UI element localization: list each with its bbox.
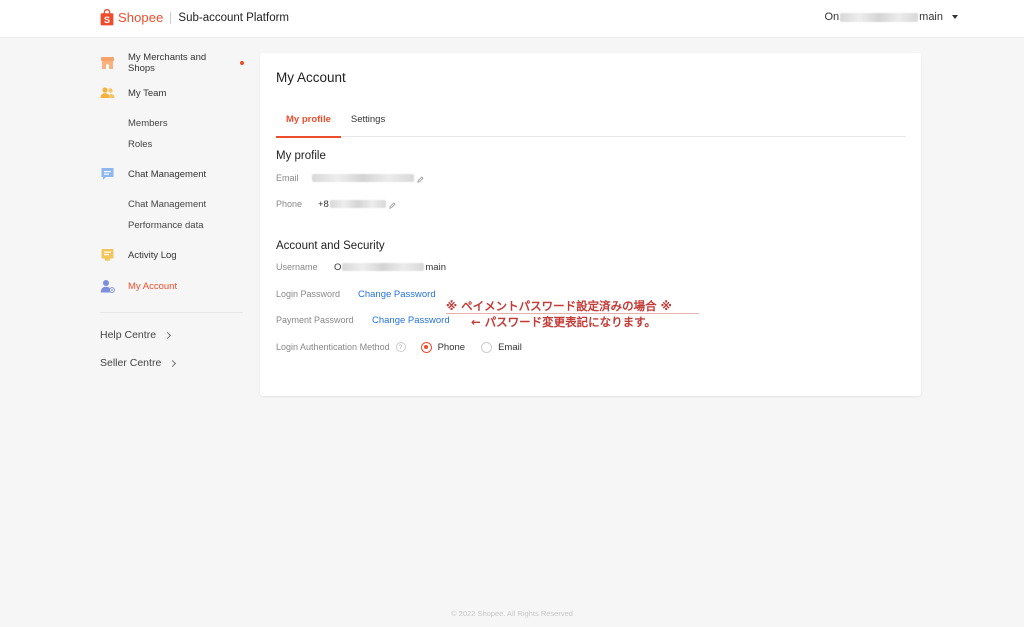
account-icon (100, 279, 115, 293)
payment-password-row: Payment Password Change Password (276, 314, 450, 326)
edit-email-icon[interactable] (417, 175, 424, 183)
shop-icon (100, 56, 115, 70)
tab-my-profile[interactable]: My profile (276, 110, 341, 138)
notification-dot (240, 61, 244, 65)
sidebar-item-my-account[interactable]: My Account (100, 275, 244, 297)
help-centre-label: Help Centre (100, 329, 157, 341)
svg-text:S: S (104, 15, 110, 25)
email-value-redacted (312, 174, 414, 182)
phone-row: Phone +8 (276, 198, 396, 210)
sidebar-item-merchants[interactable]: My Merchants and Shops (100, 52, 244, 74)
chevron-right-icon (169, 359, 177, 367)
username-value-redacted (342, 263, 425, 271)
edit-phone-icon[interactable] (389, 201, 396, 209)
user-menu[interactable]: On main (824, 11, 958, 23)
annotation-line-2: ← パスワード変更表記になります。 (471, 315, 656, 329)
change-payment-password-link[interactable]: Change Password (372, 315, 450, 326)
sidebar-item-label: My Merchants and Shops (128, 52, 207, 74)
seller-centre-link[interactable]: Seller Centre (100, 352, 244, 374)
platform-title: Sub-account Platform (178, 11, 290, 24)
annotation-line-1: ※ ペイメントパスワード設定済みの場合 ※ (446, 299, 672, 313)
sidebar-subitem-performance-data[interactable]: Performance data (100, 215, 244, 236)
phone-label: Phone (276, 199, 303, 209)
phone-prefix: +8 (318, 198, 329, 210)
account-card: My Account My profile Settings My profil… (260, 53, 921, 396)
sidebar-item-label: My Account (128, 280, 178, 292)
sidebar-item-my-team[interactable]: My Team (100, 82, 244, 104)
auth-method-label: Login Authentication Method (276, 342, 390, 352)
login-password-row: Login Password Change Password (276, 288, 436, 300)
team-icon (100, 86, 115, 100)
payment-password-label: Payment Password (276, 315, 354, 325)
header-divider (170, 11, 172, 24)
sidebar-item-label: Chat Management (128, 168, 207, 180)
username-prefix: O (334, 261, 342, 273)
auth-method-row: Login Authentication Method ? Phone Emai… (276, 341, 522, 353)
shopee-logo[interactable]: S Shopee Sub-account Platform (100, 8, 290, 26)
help-centre-link[interactable]: Help Centre (100, 324, 244, 346)
profile-section-title: My profile (276, 150, 326, 162)
sidebar-item-label: Activity Log (128, 249, 177, 261)
chat-icon (100, 167, 115, 181)
phone-value-redacted (329, 200, 386, 208)
username-suffix: main (425, 261, 446, 273)
change-login-password-link[interactable]: Change Password (358, 289, 436, 300)
user-name-redacted (840, 12, 919, 22)
username-row: Username O main (276, 261, 446, 273)
radio-selected-icon (420, 341, 432, 353)
page-title: My Account (276, 70, 346, 85)
email-label: Email (276, 173, 299, 183)
security-section-title: Account and Security (276, 240, 385, 252)
sidebar-item-chat-management[interactable]: Chat Management (100, 163, 244, 185)
sidebar-item-label: My Team (128, 87, 167, 99)
sidebar-item-activity-log[interactable]: Activity Log (100, 244, 244, 266)
email-row: Email (276, 172, 424, 184)
user-name-suffix: main (919, 11, 943, 23)
sidebar-divider (100, 312, 243, 313)
username-label: Username (276, 262, 318, 272)
caret-down-icon (952, 15, 958, 19)
account-tabs: My profile Settings (276, 110, 906, 138)
shopee-bag-icon: S (100, 8, 114, 26)
sidebar-subitem-members[interactable]: Members (100, 113, 244, 134)
chevron-right-icon (163, 331, 172, 339)
help-icon[interactable]: ? (395, 342, 406, 352)
sidebar: My Merchants and Shops My Team Members R… (100, 52, 244, 374)
login-password-label: Login Password (276, 289, 341, 299)
footer-copyright: © 2022 Shopee. All Rights Reserved (451, 609, 573, 618)
auth-option-phone[interactable]: Phone (420, 341, 465, 353)
tab-settings[interactable]: Settings (341, 110, 395, 137)
radio-unselected-icon (481, 341, 493, 353)
log-icon (100, 248, 115, 262)
seller-centre-label: Seller Centre (100, 357, 162, 369)
top-header: S Shopee Sub-account Platform On main (0, 0, 1024, 38)
user-name-prefix: On (824, 11, 840, 23)
sidebar-subitem-chat-management[interactable]: Chat Management (100, 194, 244, 215)
brand-name: Shopee (118, 10, 164, 25)
auth-option-email[interactable]: Email (481, 341, 522, 353)
sidebar-subitem-roles[interactable]: Roles (100, 134, 244, 155)
